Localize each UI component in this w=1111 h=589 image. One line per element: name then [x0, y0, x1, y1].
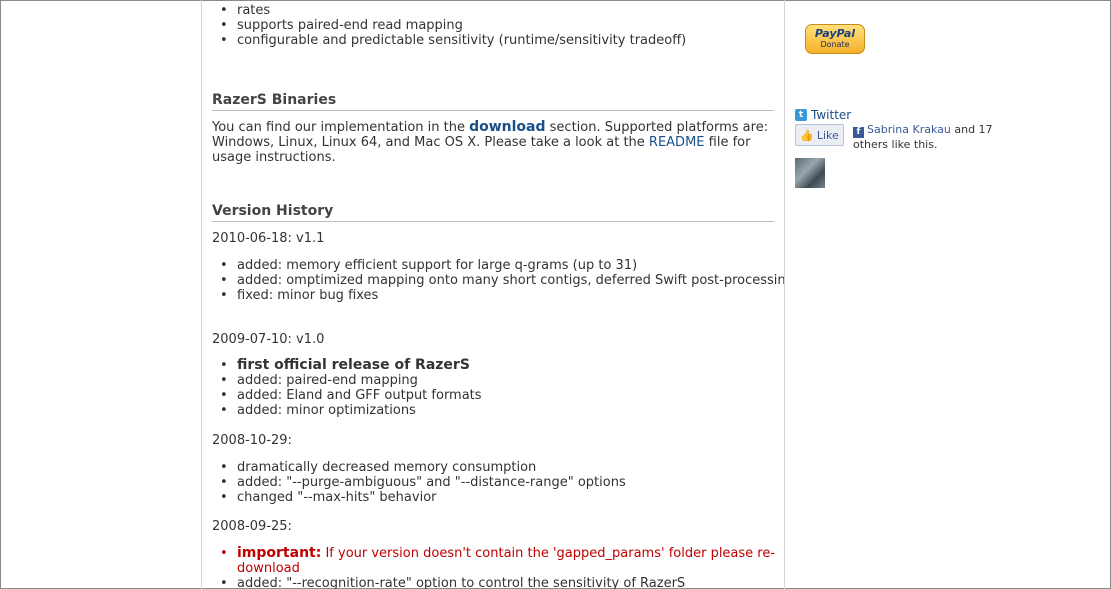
r20081029-changes-list: dramatically decreased memory consumptio…	[212, 460, 784, 505]
features-list: rates	[212, 3, 784, 18]
facebook-friend-link[interactable]: Sabrina Krakau	[867, 123, 951, 136]
readme-link[interactable]: README	[649, 135, 705, 150]
version-date: 2008-10-29:	[212, 433, 292, 448]
facebook-icon: f	[853, 127, 864, 138]
facebook-friend-avatar[interactable]	[795, 158, 825, 188]
binaries-text: You can find our implementation in the	[212, 120, 470, 135]
change-item: added: omptimized mapping onto many shor…	[220, 273, 784, 288]
sidebar: PayPal Donate t Twitter 👍 Like f Sabrina …	[784, 0, 1110, 589]
version-date: 2008-09-25:	[212, 519, 292, 534]
release-highlight: first official release of RazerS	[237, 357, 470, 373]
version-date: 2010-06-18: v1.1	[212, 231, 325, 246]
r20080925-changes-list: important: If your version doesn't conta…	[212, 545, 784, 589]
change-item: changed "--max-hits" behavior	[220, 490, 784, 505]
binaries-paragraph: You can find our implementation in the d…	[212, 119, 774, 166]
features-list-continued: supports paired-end read mapping configu…	[212, 18, 784, 48]
paypal-donate-button[interactable]: PayPal Donate	[805, 24, 865, 54]
v10-changes-list: first official release of RazerS added: …	[212, 357, 784, 419]
donate-label: Donate	[820, 40, 850, 49]
change-item: added: "--recognition-rate" option to co…	[220, 576, 784, 589]
change-item: added: minor optimizations	[220, 403, 784, 418]
paypal-logo: PayPal	[814, 27, 856, 40]
feature-text: configurable and predictable sensitivity…	[237, 33, 687, 48]
feature-text: supports paired-end read mapping	[237, 18, 463, 33]
important-notice: important: If your version doesn't conta…	[220, 545, 784, 577]
facebook-like-button[interactable]: 👍 Like	[795, 124, 844, 146]
download-link[interactable]: download	[469, 119, 545, 135]
features-list-item: supports paired-end read mapping	[220, 18, 784, 33]
change-item: fixed: minor bug fixes	[220, 288, 784, 303]
twitter-icon: t	[795, 109, 807, 121]
change-item: first official release of RazerS	[220, 357, 784, 374]
change-item: dramatically decreased memory consumptio…	[220, 460, 784, 475]
change-item: added: "--purge-ambiguous" and "--distan…	[220, 475, 784, 490]
change-item: added: paired-end mapping	[220, 373, 784, 388]
change-item: added: memory efficient support for larg…	[220, 258, 784, 273]
binaries-heading: RazerS Binaries	[212, 93, 774, 111]
features-list-item: configurable and predictable sensitivity…	[220, 33, 784, 48]
facebook-social-text: f Sabrina Krakau and 17 others like this.	[853, 123, 993, 152]
like-label: Like	[816, 128, 839, 142]
version-history-heading: Version History	[212, 204, 774, 222]
thumbs-up-icon: 👍	[800, 128, 814, 142]
twitter-link[interactable]: t Twitter	[795, 108, 851, 122]
main-content-column: rates supports paired-end read mapping c…	[201, 0, 785, 589]
twitter-label: Twitter	[811, 108, 852, 122]
features-list-item: rates	[220, 3, 784, 18]
feature-text: rates	[237, 3, 271, 18]
important-label: important:	[237, 545, 322, 561]
v11-changes-list: added: memory efficient support for larg…	[212, 258, 784, 303]
change-item: added: Eland and GFF output formats	[220, 388, 784, 403]
version-date: 2009-07-10: v1.0	[212, 332, 325, 347]
